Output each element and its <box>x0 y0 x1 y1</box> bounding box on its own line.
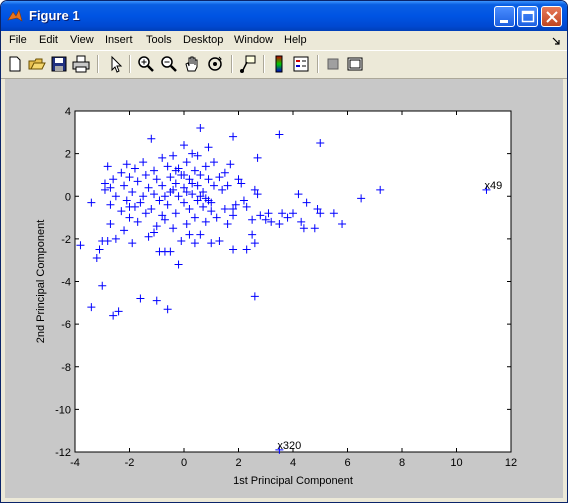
y-tick-label: -8 <box>61 362 71 374</box>
x-tick-label: 4 <box>290 457 296 469</box>
y-tick-label: 0 <box>65 191 71 203</box>
x-tick-label: 12 <box>505 457 517 469</box>
x-tick-label: 0 <box>181 457 187 469</box>
y-tick-label: -2 <box>61 234 71 246</box>
x-tick-label: -4 <box>70 457 80 469</box>
y-tick-label: -10 <box>55 404 71 416</box>
scatter-plot[interactable]: -4 -2 0 2 4 6 8 10 12 -12 -10 -8 -6 -4 -2 0 2 4 x49 x320 1… <box>0 0 568 503</box>
y-tick-label: -6 <box>61 319 71 331</box>
x-tick-label: 10 <box>450 457 462 469</box>
x-tick-label: 6 <box>344 457 350 469</box>
x-axis-label: 1st Principal Component <box>233 475 353 487</box>
x-tick-label: 8 <box>399 457 405 469</box>
y-axis-label: 2nd Principal Component <box>35 220 47 344</box>
y-tick-label: 2 <box>65 149 71 161</box>
x-tick-label: -2 <box>125 457 135 469</box>
x-tick-label: 2 <box>235 457 241 469</box>
y-tick-label: -4 <box>61 277 71 289</box>
y-tick-label: -12 <box>55 447 71 459</box>
y-tick-label: 4 <box>65 106 71 118</box>
annotation-label: x49 <box>484 180 502 192</box>
annotation-label: x320 <box>277 440 301 452</box>
